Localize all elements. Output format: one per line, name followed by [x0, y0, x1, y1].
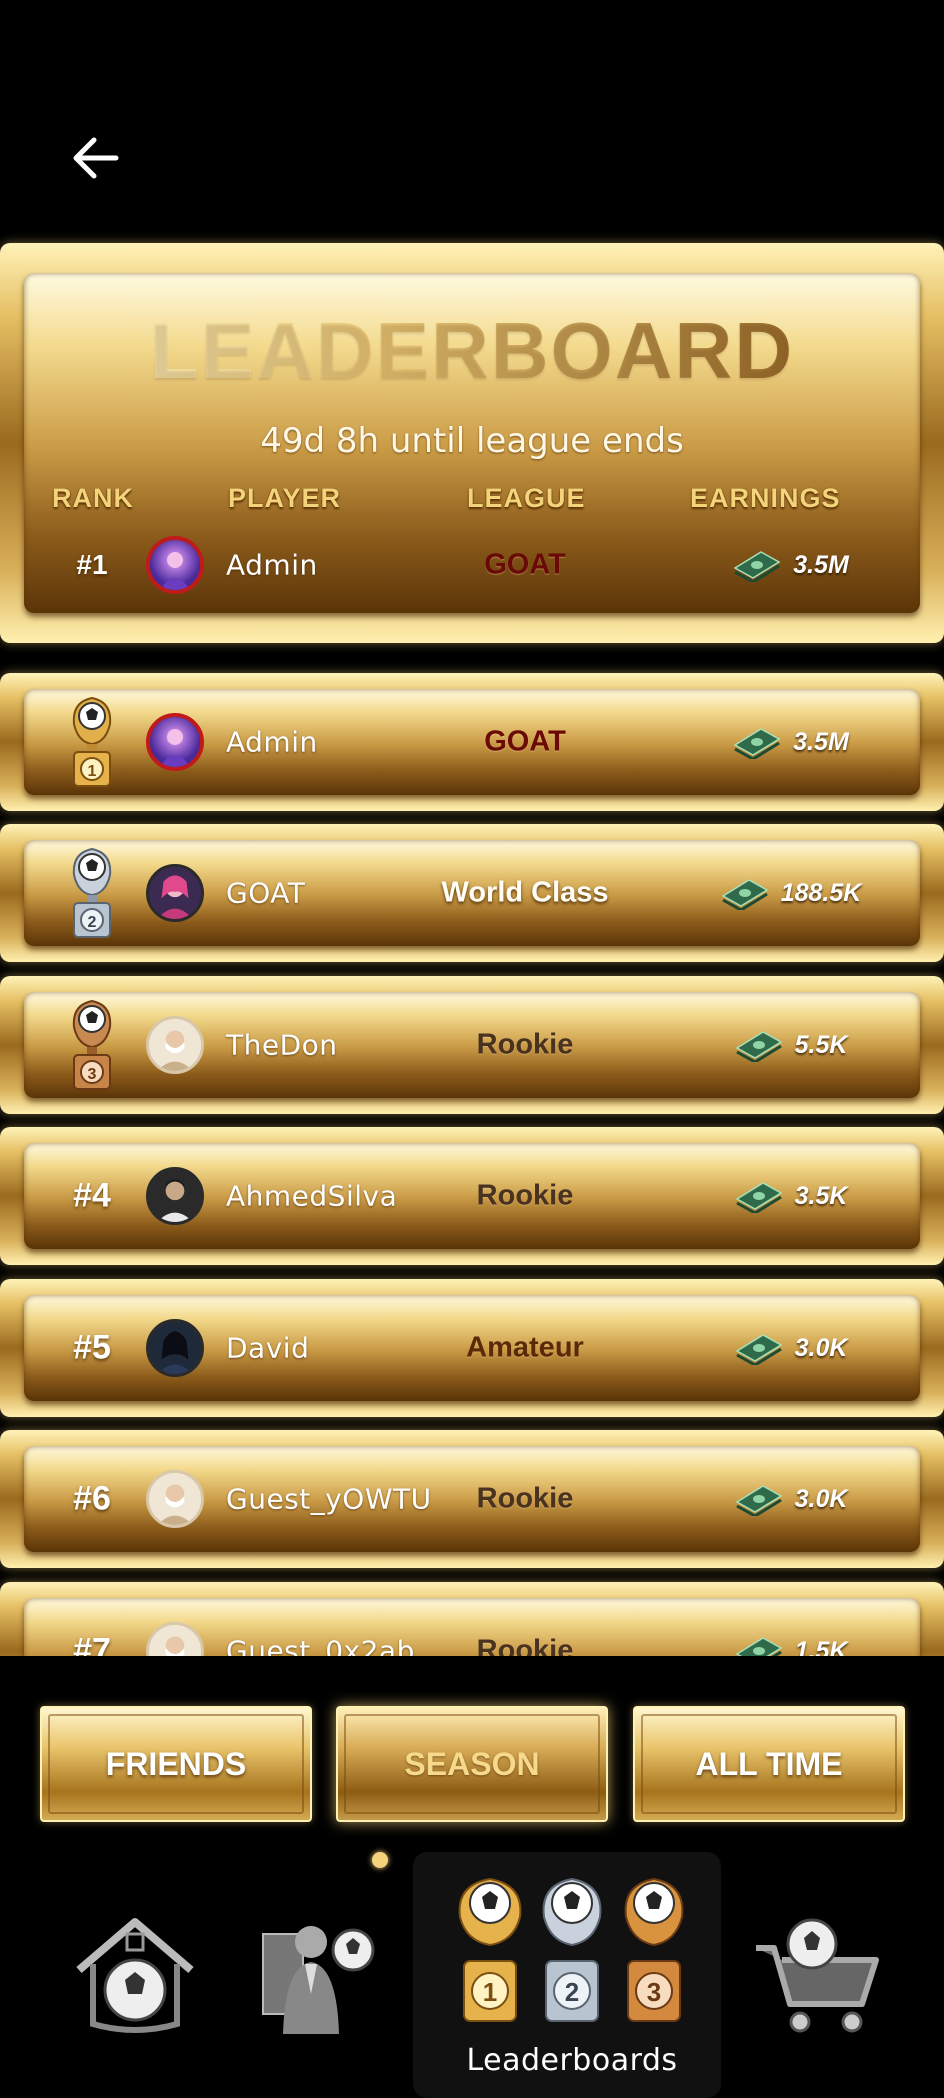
nav-home[interactable]	[60, 1850, 210, 2098]
cash-icon	[735, 1031, 783, 1062]
rank: #6	[73, 1479, 111, 1518]
league-name: GOAT	[484, 725, 566, 758]
avatar	[146, 1319, 204, 1377]
earnings: 3.5K	[690, 1179, 890, 1213]
avatar	[146, 1470, 204, 1528]
my-rank: #1	[76, 549, 108, 580]
my-rank-row: #1 Admin GOAT 3.5M	[0, 533, 944, 597]
player-name: GOAT	[226, 876, 306, 910]
earnings: 5.5K	[690, 1028, 890, 1062]
leaderboard-list[interactable]: 1 Admin GOAT 3.5M 2 GOAT World Class 188…	[0, 650, 944, 1656]
player-name: Admin	[226, 725, 318, 759]
avatar	[146, 864, 204, 922]
earnings: 3.0K	[690, 1482, 890, 1516]
table-row[interactable]: #6 Guest_yOWTU Rookie 3.0K	[0, 1430, 944, 1568]
league-name: Rookie	[476, 1634, 574, 1657]
back-button[interactable]	[66, 128, 126, 188]
svg-text:3: 3	[647, 1977, 661, 2007]
cash-icon	[735, 1637, 783, 1656]
tab-all-time[interactable]: ALL TIME	[633, 1706, 905, 1822]
earnings: 1.5K	[690, 1634, 890, 1656]
table-row[interactable]: 2 GOAT World Class 188.5K	[0, 824, 944, 962]
table-row[interactable]: #4 AhmedSilva Rookie 3.5K	[0, 1127, 944, 1265]
arrow-left-icon	[73, 137, 119, 179]
column-header-league: LEAGUE	[467, 483, 586, 513]
my-player-name: Admin	[226, 548, 318, 582]
league-name: Rookie	[476, 1179, 574, 1212]
table-row[interactable]: #5 David Amateur 3.0K	[0, 1279, 944, 1417]
svg-text:3: 3	[88, 1066, 97, 1083]
player-name: AhmedSilva	[226, 1179, 398, 1213]
player-name: TheDon	[226, 1028, 338, 1062]
page-title: LEADERBOARD	[0, 305, 944, 397]
cash-icon	[733, 728, 781, 759]
column-header-rank: RANK	[52, 483, 134, 513]
column-header-earnings: EARNINGS	[690, 483, 841, 513]
my-earnings: 3.5M	[690, 548, 890, 582]
earnings: 3.0K	[690, 1331, 890, 1365]
table-row[interactable]: 3 TheDon Rookie 5.5K	[0, 976, 944, 1114]
league-name: Amateur	[466, 1331, 584, 1364]
nav-shop[interactable]	[745, 1850, 895, 2098]
rank: #4	[73, 1176, 111, 1215]
cash-icon	[733, 551, 781, 582]
bronze-trophy-icon: 3	[72, 999, 112, 1090]
league-name: Rookie	[476, 1028, 574, 1061]
leaderboard-header-panel: LEADERBOARD 49d 8h until league ends RAN…	[0, 243, 944, 643]
league-countdown: 49d 8h until league ends	[260, 421, 684, 461]
manager-icon	[262, 1926, 375, 2034]
trophies-icon: 1 2 3	[458, 1877, 684, 2022]
avatar	[146, 1016, 204, 1074]
avatar	[146, 713, 204, 771]
player-name: Guest_0x2ab	[226, 1634, 415, 1657]
svg-text:1: 1	[88, 763, 97, 780]
table-row[interactable]: 1 Admin GOAT 3.5M	[0, 673, 944, 811]
earnings: 188.5K	[690, 876, 890, 910]
cash-icon	[735, 1182, 783, 1213]
home-ball-icon	[76, 1918, 194, 2033]
nav-manager[interactable]	[240, 1850, 390, 2098]
earnings: 3.5M	[690, 725, 890, 759]
tab-friends[interactable]: FRIENDS	[40, 1706, 312, 1822]
player-name: David	[226, 1331, 310, 1365]
nav-label-leaderboards: Leaderboards	[466, 2042, 678, 2078]
shop-cart-icon	[756, 1918, 879, 2033]
tab-season[interactable]: SEASON	[336, 1706, 608, 1822]
gold-trophy-icon: 1	[72, 696, 112, 787]
svg-text:2: 2	[88, 914, 97, 931]
cash-icon	[735, 1485, 783, 1516]
league-name: World Class	[441, 876, 609, 909]
column-header-player: PLAYER	[228, 483, 342, 513]
nav-leaderboards[interactable]: 1 2 3 Leaderboards	[424, 1850, 720, 2098]
svg-text:2: 2	[565, 1977, 579, 2007]
rank: #5	[73, 1328, 111, 1367]
silver-trophy-icon: 2	[72, 847, 112, 938]
cash-icon	[721, 879, 769, 910]
svg-text:1: 1	[483, 1977, 497, 2007]
my-league: GOAT	[484, 548, 566, 581]
cash-icon	[735, 1334, 783, 1365]
rank: #7	[73, 1631, 111, 1657]
table-row[interactable]: #7 Guest_0x2ab Rookie 1.5K	[0, 1582, 944, 1656]
avatar	[146, 536, 204, 594]
avatar	[146, 1167, 204, 1225]
league-name: Rookie	[476, 1482, 574, 1515]
